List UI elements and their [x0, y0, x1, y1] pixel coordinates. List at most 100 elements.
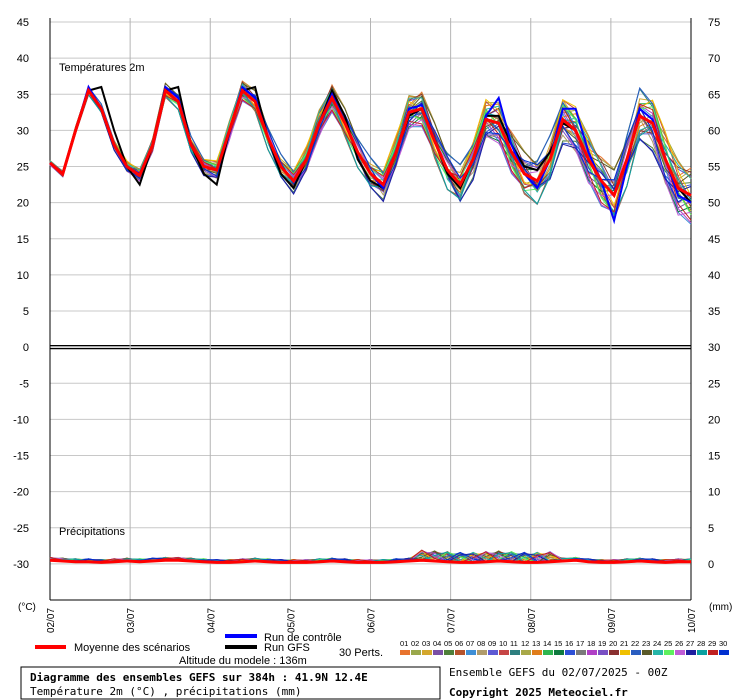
pert-swatch	[609, 650, 619, 655]
gefs-ensemble-chart: 45 7540 7035 6530 6025 5520 5015 4510 405 350 30-5…	[13, 17, 732, 700]
pert-swatch	[653, 650, 663, 655]
pert-number: 30	[719, 639, 727, 648]
pert-swatch	[686, 650, 696, 655]
pert-swatch	[620, 650, 630, 655]
left-unit: (°C)	[18, 602, 36, 613]
left-tick-label: -20	[13, 487, 29, 499]
left-tick-label: 5	[23, 306, 29, 318]
right-tick-label: 45	[708, 234, 720, 246]
pert-number: 13	[532, 639, 540, 648]
pert-swatch	[422, 650, 432, 655]
left-tick-label: 15	[17, 234, 29, 246]
left-tick-label: 45	[17, 17, 29, 29]
pert-swatch	[631, 650, 641, 655]
pert-number: 04	[433, 639, 441, 648]
right-tick-label: 25	[708, 378, 720, 390]
pert-number: 21	[620, 639, 628, 648]
pert-number: 08	[477, 639, 485, 648]
legend-gfs-label: Run GFS	[264, 642, 310, 654]
pert-number: 02	[411, 639, 419, 648]
pert-swatch	[719, 650, 729, 655]
left-tick-label: 25	[17, 162, 29, 174]
footer-copyright: Copyright 2025 Meteociel.fr	[449, 686, 628, 699]
right-tick-label: 70	[708, 53, 720, 65]
pert-number: 26	[675, 639, 683, 648]
date-tick-label: 09/07	[607, 608, 618, 633]
pert-number: 29	[708, 639, 716, 648]
left-tick-label: -30	[13, 559, 29, 571]
precip-title: Précipitations	[59, 526, 126, 538]
right-tick-label: 0	[708, 559, 714, 571]
right-tick-label: 15	[708, 451, 720, 463]
legend-mean-label: Moyenne des scénarios	[74, 642, 191, 654]
pert-swatch	[675, 650, 685, 655]
right-tick-label: 20	[708, 414, 720, 426]
pert-swatch	[477, 650, 487, 655]
pert-swatch	[543, 650, 553, 655]
pert-number: 24	[653, 639, 661, 648]
right-tick-label: 40	[708, 270, 720, 282]
pert-number: 05	[444, 639, 452, 648]
right-unit: (mm)	[709, 602, 732, 613]
left-tick-label: -25	[13, 523, 29, 535]
footer-title: Diagramme des ensembles GEFS sur 384h : …	[30, 671, 368, 684]
pert-number: 03	[422, 639, 430, 648]
left-tick-label: 35	[17, 89, 29, 101]
pert-swatch	[576, 650, 586, 655]
left-tick-label: 30	[17, 125, 29, 137]
pert-number: 06	[455, 639, 463, 648]
pert-number: 25	[664, 639, 672, 648]
pert-swatch	[587, 650, 597, 655]
pert-swatch	[400, 650, 410, 655]
date-tick-label: 06/07	[367, 608, 378, 633]
pert-number: 07	[466, 639, 474, 648]
pert-swatch	[708, 650, 718, 655]
date-tick-label: 07/07	[447, 608, 458, 633]
right-tick-label: 65	[708, 89, 720, 101]
chart-grid	[49, 18, 692, 601]
pert-number: 23	[642, 639, 650, 648]
pert-swatch	[521, 650, 531, 655]
altitude-label: Altitude du modele : 136m	[179, 655, 307, 667]
pert-swatch	[488, 650, 498, 655]
temp-title: Températures 2m	[59, 62, 145, 74]
right-tick-label: 50	[708, 198, 720, 210]
right-tick-label: 5	[708, 523, 714, 535]
pert-swatch	[664, 650, 674, 655]
legend-gfs-swatch	[225, 645, 257, 649]
right-tick-label: 75	[708, 17, 720, 29]
legend-mean-swatch	[35, 645, 66, 649]
date-tick-label: 02/07	[46, 608, 57, 633]
pert-number: 01	[400, 639, 408, 648]
pert-number: 22	[631, 639, 639, 648]
pert-swatch	[510, 650, 520, 655]
pert-swatch	[499, 650, 509, 655]
date-tick-label: 08/07	[527, 608, 538, 633]
pert-number: 20	[609, 639, 617, 648]
pert-number: 10	[499, 639, 507, 648]
pert-swatch	[554, 650, 564, 655]
pert-number: 11	[510, 639, 518, 648]
pert-swatch	[411, 650, 421, 655]
date-tick-label: 05/07	[286, 608, 297, 633]
pert-swatch	[455, 650, 465, 655]
date-tick-label: 03/07	[126, 608, 137, 633]
right-tick-label: 55	[708, 162, 720, 174]
pert-number: 28	[697, 639, 705, 648]
right-tick-label: 35	[708, 306, 720, 318]
pert-swatch	[598, 650, 608, 655]
left-tick-label: 20	[17, 198, 29, 210]
left-tick-label: -15	[13, 451, 29, 463]
footer-run: Ensemble GEFS du 02/07/2025 - 00Z	[449, 666, 668, 679]
left-tick-label: 0	[23, 342, 29, 354]
left-tick-label: 10	[17, 270, 29, 282]
pert-number: 27	[686, 639, 694, 648]
pert-number: 09	[488, 639, 496, 648]
date-tick-label: 04/07	[206, 608, 217, 633]
pert-number: 16	[565, 639, 573, 648]
axis-ticks: 45 7540 7035 6530 6025 5520 5015 4510 405 350 30-5…	[13, 17, 720, 633]
pert-number: 17	[576, 639, 584, 648]
pert-swatch	[532, 650, 542, 655]
right-tick-label: 10	[708, 487, 720, 499]
perturbation-legend: 01 02 03 04 05 06 07 08 09 10 11 12 13 14 15 16 17 18 19 20…	[400, 639, 729, 655]
